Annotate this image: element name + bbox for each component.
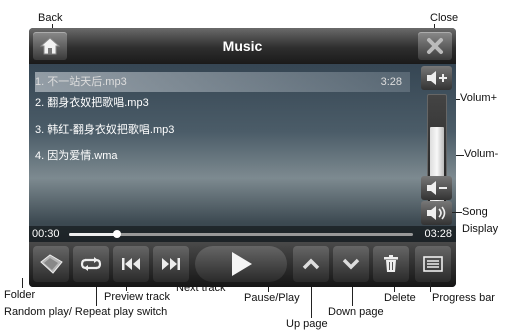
chevron-down-icon: [333, 246, 369, 282]
next-track-button[interactable]: [153, 246, 189, 282]
annotation-close: Close: [430, 12, 459, 24]
annotation-volume-down: Volum-: [464, 148, 499, 160]
annotation-down-page: Down page: [328, 306, 384, 318]
speaker-minus-icon: [421, 176, 452, 200]
close-button[interactable]: [418, 32, 452, 60]
next-track-icon: [153, 246, 189, 282]
previous-track-icon: [113, 246, 149, 282]
playlist-item[interactable]: 4. 因为爱情.wma: [35, 146, 410, 166]
song-display-button[interactable]: [421, 201, 452, 225]
elapsed-time: 00:30: [32, 228, 60, 240]
folder-button[interactable]: [33, 246, 69, 282]
annotation-folder: Folder: [4, 289, 36, 301]
total-time: 03:28: [424, 228, 452, 240]
pause-play-button[interactable]: [195, 246, 287, 282]
repeat-icon: [73, 246, 109, 282]
track-duration: 3:28: [380, 76, 402, 88]
page-title: Music: [222, 38, 263, 54]
track-title: 3. 韩红-翻身衣奴把歌唱.mp3: [35, 124, 175, 136]
annotation-back: Back: [38, 12, 63, 24]
track-title: 4. 因为爱情.wma: [35, 150, 118, 162]
annotation-random-repeat: Random play/ Repeat play switch: [4, 306, 168, 318]
control-bar: [29, 242, 456, 287]
list-icon: [415, 246, 451, 282]
back-button[interactable]: [33, 32, 67, 60]
annotation-volume-up: Volum+: [460, 92, 497, 104]
volume-up-button[interactable]: [421, 66, 452, 90]
annotation-up-page: Up page: [286, 318, 328, 330]
folder-icon: [33, 246, 69, 282]
annotation-song-display: Song Display: [462, 206, 499, 235]
leader-folder: [22, 278, 23, 288]
down-page-button[interactable]: [333, 246, 369, 282]
speaker-wave-icon: [421, 201, 452, 225]
annotation-delete: Delete: [384, 292, 416, 304]
speaker-plus-icon: [421, 66, 452, 90]
play-icon: [195, 246, 287, 282]
leader-song-display: [452, 212, 462, 213]
progress-handle[interactable]: [113, 230, 122, 238]
track-title: 1. 不一站天后.mp3: [35, 76, 127, 88]
close-x-icon: [418, 32, 452, 60]
music-player-screen: Music 1. 不一站天后.mp3 3:28 2. 翻身衣奴把歌唱.mp3 3…: [29, 28, 456, 287]
progress-bar[interactable]: [69, 230, 413, 238]
previous-track-button[interactable]: [113, 246, 149, 282]
playlist-item[interactable]: 1. 不一站天后.mp3 3:28: [35, 72, 410, 92]
progress-bar-area: 00:30 03:28: [29, 226, 456, 242]
trash-icon: [373, 246, 409, 282]
annotation-progress-bar: Progress bar: [432, 292, 495, 304]
delete-button[interactable]: [373, 246, 409, 282]
chevron-up-icon: [293, 246, 329, 282]
playlist-item[interactable]: 2. 翻身衣奴把歌唱.mp3: [35, 93, 410, 113]
playlist-item[interactable]: 3. 韩红-翻身衣奴把歌唱.mp3: [35, 120, 410, 140]
repeat-switch-button[interactable]: [73, 246, 109, 282]
progress-fill: [69, 233, 118, 236]
leader-progress-bar: [430, 280, 431, 292]
annotation-pause-play: Pause/Play: [244, 292, 300, 304]
up-page-button[interactable]: [293, 246, 329, 282]
volume-down-button[interactable]: [421, 176, 452, 200]
playlist-button[interactable]: [415, 246, 451, 282]
annotation-preview-track: Preview track: [104, 291, 171, 303]
home-icon: [33, 32, 67, 60]
track-title: 2. 翻身衣奴把歌唱.mp3: [35, 97, 149, 109]
